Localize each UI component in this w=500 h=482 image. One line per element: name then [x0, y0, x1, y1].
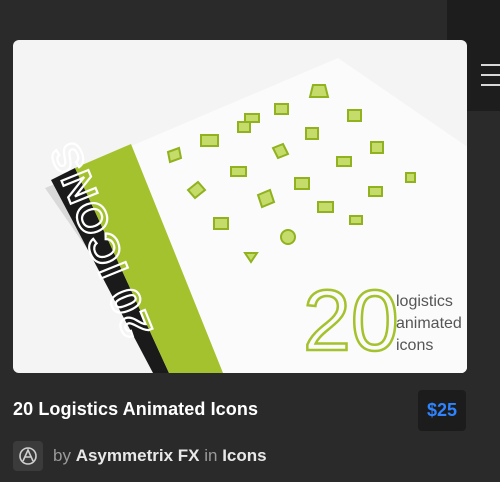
- parcel-icon: [213, 217, 229, 230]
- author-row: by Asymmetrix FX in Icons: [13, 440, 267, 472]
- byline-by: by: [53, 446, 71, 465]
- product-thumbnail[interactable]: 20 ICONS 20 logistics animated icons: [13, 40, 467, 373]
- globe-icon: [280, 229, 296, 245]
- tagline-line-3: icons: [396, 337, 433, 354]
- shelf-icon: [349, 215, 363, 225]
- box-icon: [237, 121, 251, 133]
- barcode-box-icon: [347, 109, 362, 122]
- pin-icon: [405, 172, 416, 183]
- stack-icon: [368, 186, 383, 197]
- tagline-line-2: animated: [396, 315, 462, 332]
- price-badge[interactable]: $25: [418, 390, 466, 431]
- asymmetrix-logo-icon: [19, 447, 37, 465]
- truck-icon: [274, 103, 289, 115]
- byline-in: in: [204, 446, 218, 465]
- mailbox-icon: [317, 201, 334, 213]
- big-number: 20: [303, 273, 399, 369]
- byline: by Asymmetrix FX in Icons: [53, 446, 267, 466]
- product-title[interactable]: 20 Logistics Animated Icons: [13, 399, 258, 420]
- cart-icon: [370, 141, 384, 154]
- category-link[interactable]: Icons: [222, 446, 266, 465]
- cube-icon: [294, 177, 310, 190]
- author-link[interactable]: Asymmetrix FX: [76, 446, 200, 465]
- delivery-truck-icon: [230, 166, 247, 177]
- pallet-icon: [244, 113, 260, 123]
- conveyor-icon: [336, 156, 352, 167]
- package-icon: [308, 84, 330, 98]
- crate-icon: [305, 127, 319, 140]
- tagline-line-1: logistics: [396, 293, 453, 310]
- hamburger-menu-icon[interactable]: [481, 62, 500, 88]
- author-avatar[interactable]: [13, 441, 43, 471]
- container-icon: [200, 134, 219, 147]
- product-preview-art: 20 ICONS 20 logistics animated icons: [39, 58, 467, 373]
